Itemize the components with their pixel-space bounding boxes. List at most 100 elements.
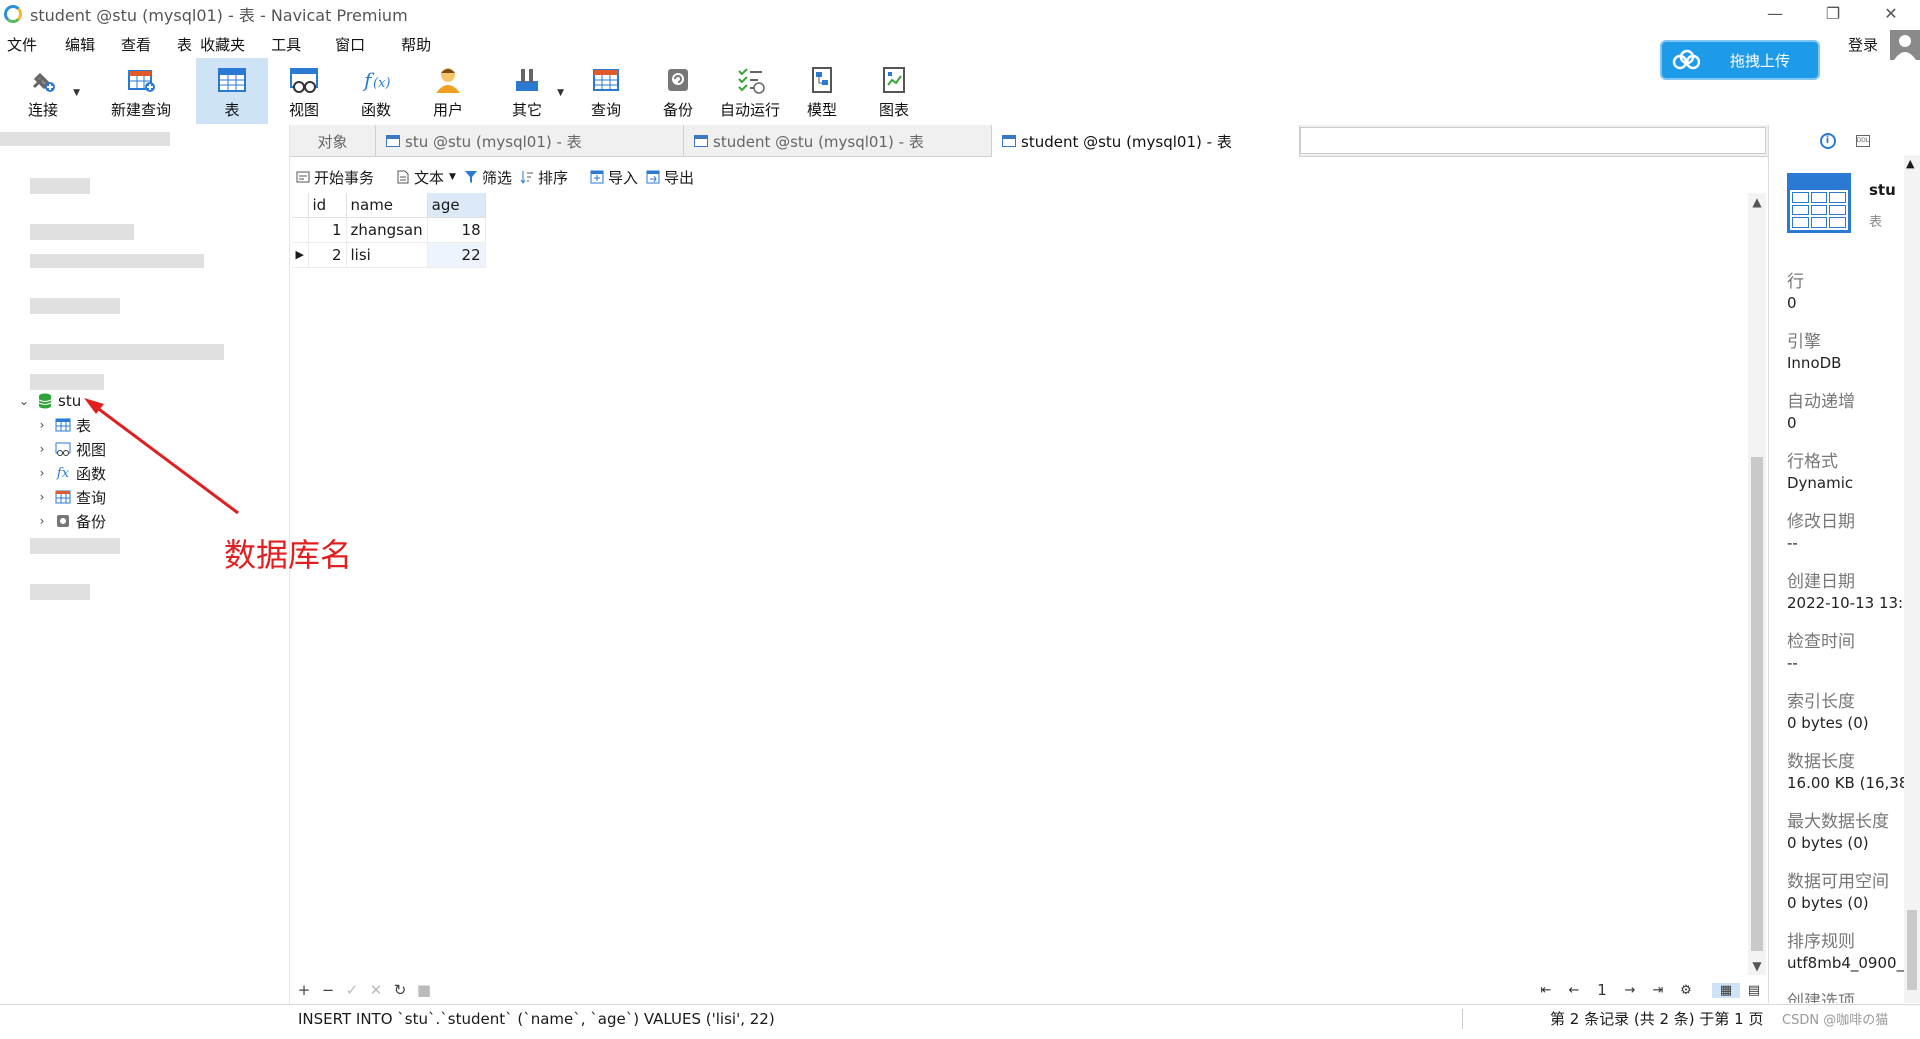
- apply-changes-icon[interactable]: ✓: [340, 981, 364, 999]
- toolbar-chart[interactable]: 图表: [858, 58, 930, 124]
- tree-item-views[interactable]: › 视图: [34, 438, 106, 460]
- cell-id[interactable]: 2: [308, 242, 347, 268]
- prop-auto-increment: 自动递增 0: [1787, 392, 1855, 432]
- discard-changes-icon[interactable]: ✕: [364, 981, 388, 999]
- data-action-bar: 开始事务 文本 ▼ 筛选 排序 导入 导出: [296, 165, 702, 189]
- chevron-right-icon[interactable]: ›: [34, 514, 50, 528]
- table-icon: [217, 65, 247, 95]
- tree-item-label: 视图: [76, 440, 107, 459]
- scroll-down-icon[interactable]: ▼: [1748, 959, 1766, 973]
- info-panel-tabs: i DDL: [1769, 125, 1920, 157]
- chevron-right-icon[interactable]: ›: [34, 418, 50, 432]
- upload-button[interactable]: 拖拽上传: [1660, 40, 1820, 80]
- toolbar-backup[interactable]: 备份: [642, 58, 714, 124]
- object-info-panel: i DDL stu 表 行0 引擎 InnoDB 自动递增 0 行格式 Dynamic…: [1768, 125, 1920, 1003]
- tab-student-table-design[interactable]: student @stu (mysql01) - 表: [684, 125, 992, 157]
- filter-label: 筛选: [481, 168, 512, 187]
- filter-button[interactable]: 筛选: [464, 167, 512, 188]
- menu-window[interactable]: 窗口: [328, 34, 372, 55]
- column-header-name[interactable]: name: [346, 193, 428, 218]
- delete-record-icon[interactable]: −: [316, 981, 340, 999]
- info-panel-scrollbar[interactable]: ▲: [1904, 155, 1920, 1003]
- toolbar-table[interactable]: 表: [196, 58, 268, 124]
- form-view-icon[interactable]: ▤: [1740, 983, 1768, 998]
- first-page-icon[interactable]: ⇤: [1532, 983, 1560, 998]
- current-row-arrow-icon[interactable]: ▶: [292, 242, 309, 268]
- grid-scrollbar[interactable]: ▲ ▼: [1748, 193, 1766, 975]
- grid-view-icon[interactable]: ▦: [1712, 982, 1740, 998]
- cell-age[interactable]: 22: [427, 242, 486, 268]
- scrollbar-thumb[interactable]: [1751, 457, 1763, 951]
- table-row[interactable]: ▶ 2 lisi 22: [292, 242, 486, 268]
- sort-button[interactable]: 排序: [520, 167, 568, 188]
- tab-stu-table[interactable]: stu @stu (mysql01) - 表: [376, 125, 684, 157]
- settings-gear-icon[interactable]: ⚙: [1672, 983, 1700, 998]
- scrollbar-thumb[interactable]: [1907, 910, 1917, 990]
- toolbar-model[interactable]: 模型: [786, 58, 858, 124]
- toolbar-connect[interactable]: 连接 ▼: [0, 58, 86, 124]
- toolbar-autorun[interactable]: 自动运行: [714, 58, 786, 124]
- column-header-age[interactable]: age: [427, 193, 486, 218]
- toolbar-new-query[interactable]: 新建查询: [86, 58, 196, 124]
- toolbar-query[interactable]: 查询: [570, 58, 642, 124]
- cell-name[interactable]: lisi: [346, 242, 428, 268]
- close-button[interactable]: ✕: [1862, 0, 1920, 28]
- plug-icon: [28, 65, 58, 95]
- next-page-icon[interactable]: →: [1616, 983, 1644, 998]
- tree-item-database-stu[interactable]: ⌄ stu: [16, 390, 81, 412]
- avatar[interactable]: [1890, 30, 1920, 60]
- refresh-icon[interactable]: ↻: [388, 981, 412, 999]
- chevron-right-icon[interactable]: ›: [34, 466, 50, 480]
- menu-tools[interactable]: 工具: [264, 34, 308, 55]
- cell-id[interactable]: 1: [308, 217, 347, 243]
- chevron-right-icon[interactable]: ›: [34, 442, 50, 456]
- chevron-down-icon[interactable]: ▼: [557, 88, 564, 98]
- prop-row-format: 行格式 Dynamic: [1787, 452, 1854, 492]
- tab-student-table[interactable]: student @stu (mysql01) - 表: [992, 125, 1300, 157]
- toolbar-function[interactable]: f (x) 函数: [340, 58, 412, 124]
- menu-help[interactable]: 帮助: [394, 34, 438, 55]
- scroll-up-icon[interactable]: ▲: [1748, 195, 1766, 209]
- toolbar-others[interactable]: 其它 ▼: [484, 58, 570, 124]
- last-page-icon[interactable]: ⇥: [1644, 983, 1672, 998]
- prev-page-icon[interactable]: ←: [1560, 983, 1588, 998]
- menu-view[interactable]: 查看: [114, 34, 158, 55]
- chevron-down-icon[interactable]: ▼: [73, 88, 80, 98]
- menu-file[interactable]: 文件: [0, 34, 44, 55]
- model-icon: [807, 65, 837, 95]
- cell-age[interactable]: 18: [427, 217, 486, 243]
- toolbar-model-label: 模型: [806, 101, 837, 119]
- export-button[interactable]: 导出: [646, 167, 694, 188]
- cell-name[interactable]: zhangsan: [346, 217, 428, 243]
- minimize-button[interactable]: —: [1746, 0, 1804, 28]
- column-header-id[interactable]: id: [308, 193, 347, 218]
- redacted-item: [30, 374, 104, 390]
- chevron-right-icon[interactable]: ›: [34, 490, 50, 504]
- row-selector[interactable]: [292, 217, 309, 243]
- tree-item-queries[interactable]: › 查询: [34, 486, 106, 508]
- prop-engine: 引擎 InnoDB: [1787, 332, 1842, 372]
- stop-icon[interactable]: ■: [412, 981, 436, 999]
- tree-item-tables[interactable]: › 表: [34, 414, 91, 436]
- restore-button[interactable]: ❐: [1804, 0, 1862, 28]
- toolbar-view[interactable]: 视图: [268, 58, 340, 124]
- info-icon[interactable]: i: [1819, 133, 1836, 149]
- import-button[interactable]: 导入: [590, 167, 638, 188]
- tab-objects[interactable]: 对象: [290, 125, 376, 157]
- text-button[interactable]: 文本 ▼: [396, 167, 456, 188]
- toolbar-user[interactable]: 用户: [412, 58, 484, 124]
- chevron-down-icon[interactable]: ▼: [449, 172, 456, 182]
- scroll-up-icon[interactable]: ▲: [1906, 157, 1914, 170]
- tree-item-functions[interactable]: › fx 函数: [34, 462, 106, 484]
- add-record-icon[interactable]: +: [292, 981, 316, 999]
- page-number[interactable]: 1: [1588, 981, 1616, 999]
- ddl-icon[interactable]: DDL: [1855, 135, 1870, 147]
- begin-transaction-button[interactable]: 开始事务: [296, 167, 374, 188]
- last-sql-statement: INSERT INTO `stu`.`student` (`name`, `ag…: [298, 1009, 775, 1028]
- menu-favorites[interactable]: 收藏夹: [193, 34, 252, 55]
- chevron-down-icon[interactable]: ⌄: [16, 394, 32, 408]
- menu-edit[interactable]: 编辑: [58, 34, 102, 55]
- tree-item-backups[interactable]: › 备份: [34, 510, 106, 532]
- login-link[interactable]: 登录: [1848, 34, 1878, 55]
- table-row[interactable]: 1 zhangsan 18: [292, 217, 486, 243]
